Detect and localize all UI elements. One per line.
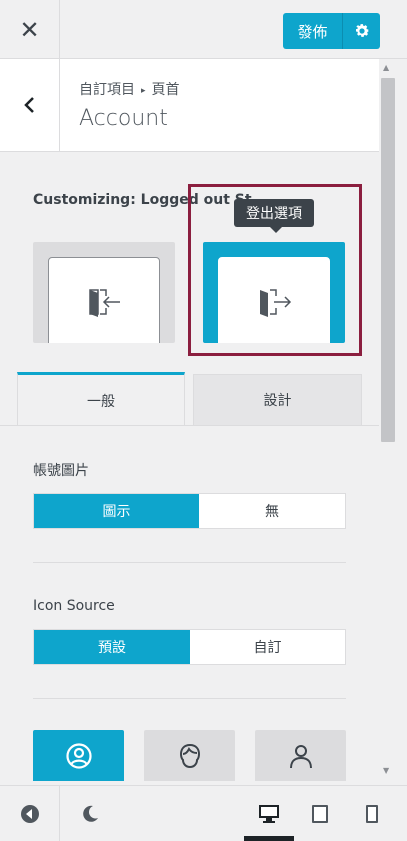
user-outline-icon — [289, 744, 312, 768]
icon-source-option-default[interactable]: 預設 — [34, 630, 190, 664]
section-divider — [33, 698, 346, 699]
icon-source-toggle: 預設 自訂 — [33, 629, 346, 665]
user-circle-icon — [65, 742, 92, 769]
chevron-left-icon — [23, 97, 34, 113]
desktop-icon — [259, 805, 279, 823]
publish-group: 發佈 — [283, 13, 380, 49]
mobile-icon — [366, 805, 378, 823]
device-tablet-button[interactable] — [296, 786, 344, 841]
account-image-option-none[interactable]: 無 — [199, 494, 345, 528]
breadcrumb-separator: ▸ — [141, 86, 146, 96]
device-desktop-button[interactable] — [244, 786, 294, 841]
active-device-indicator — [244, 836, 294, 841]
icon-choice-user-outline[interactable] — [255, 730, 346, 781]
breadcrumb-parent: 自訂項目 — [79, 82, 135, 98]
scroll-down-arrow[interactable]: ▼ — [383, 766, 389, 775]
close-icon: ✕ — [19, 15, 40, 44]
customizer-footer — [0, 785, 407, 841]
breadcrumb: 自訂項目 ▸ 頁首 — [79, 79, 180, 99]
account-image-option-icon[interactable]: 圖示 — [34, 494, 199, 528]
scrollbar-thumb[interactable] — [381, 78, 395, 442]
icon-choice-user-avatar[interactable] — [144, 730, 235, 781]
icon-source-option-custom[interactable]: 自訂 — [190, 630, 345, 664]
device-mobile-button[interactable] — [348, 786, 396, 841]
user-avatar-icon — [179, 743, 200, 768]
collapse-icon — [20, 805, 39, 823]
icon-choice-user-circle[interactable] — [33, 730, 124, 781]
tablet-icon — [312, 805, 328, 823]
icon-source-label: Icon Source — [33, 598, 115, 614]
account-image-label: 帳號圖片 — [33, 463, 89, 479]
tab-design[interactable]: 設計 — [193, 374, 362, 426]
section-title: Account — [79, 106, 168, 131]
moon-icon — [83, 805, 98, 822]
close-button[interactable]: ✕ — [0, 0, 60, 59]
back-button[interactable] — [0, 59, 60, 151]
section-divider — [33, 562, 346, 563]
dark-mode-toggle[interactable] — [60, 786, 120, 841]
publish-settings-button[interactable] — [343, 13, 380, 49]
scroll-up-arrow[interactable]: ▲ — [383, 63, 389, 72]
login-state-option[interactable] — [33, 242, 175, 343]
settings-tabs: 一般 設計 — [17, 372, 362, 426]
section-header: 自訂項目 ▸ 頁首 Account — [0, 59, 379, 152]
login-icon — [89, 289, 120, 317]
breadcrumb-current: 頁首 — [151, 82, 180, 98]
collapse-sidebar-button[interactable] — [0, 786, 60, 841]
customizer-topbar: ✕ 發佈 — [0, 0, 407, 59]
publish-button[interactable]: 發佈 — [283, 13, 343, 49]
logout-tooltip: 登出選項 — [234, 199, 314, 233]
login-state-preview — [48, 257, 160, 343]
tabs-divider — [0, 425, 379, 426]
gear-icon — [355, 24, 369, 37]
account-image-toggle: 圖示 無 — [33, 493, 346, 529]
tab-general[interactable]: 一般 — [17, 372, 185, 426]
